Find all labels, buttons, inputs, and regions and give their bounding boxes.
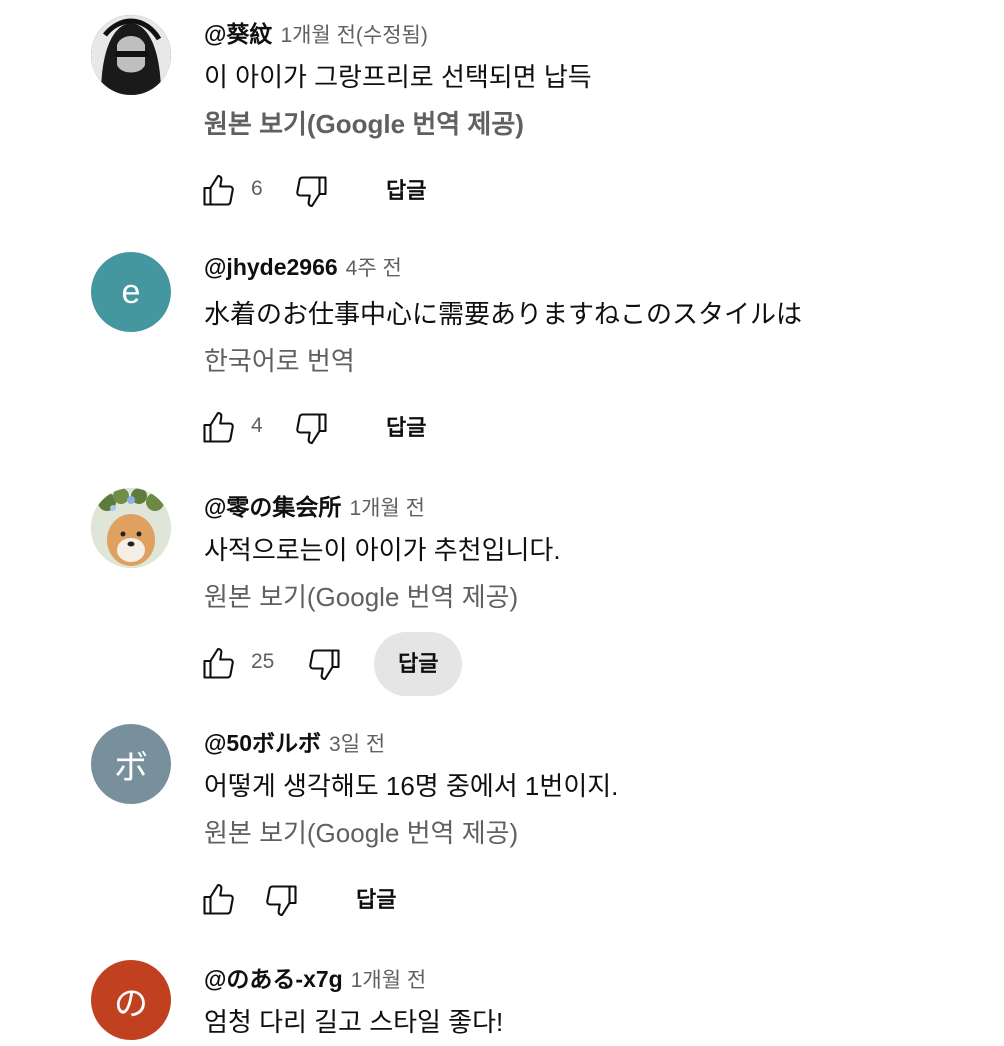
thumbs-down-icon[interactable] — [294, 173, 330, 209]
comment-author[interactable]: @のある-x7g — [204, 960, 343, 994]
comment-actions: 답글 — [203, 868, 984, 932]
translate-toggle[interactable]: 원본 보기(Google 번역 제공) — [204, 810, 518, 856]
avatar-letter: の — [114, 984, 148, 1023]
avatar-letter: e — [121, 272, 141, 311]
reply-button[interactable]: 답글 — [332, 868, 420, 932]
like-count: 6 — [251, 177, 263, 200]
avatar-letter: ボ — [114, 748, 148, 787]
reply-button[interactable]: 답글 — [362, 159, 450, 223]
comment-time[interactable]: 1개월 전 — [351, 964, 426, 994]
comment-author[interactable]: @jhyde2966 — [204, 254, 338, 281]
avatar[interactable] — [91, 15, 171, 95]
thumbs-up-icon[interactable] — [200, 173, 236, 209]
comment-author[interactable]: @零の集会所 — [204, 488, 341, 522]
thumbs-down-icon[interactable] — [264, 882, 300, 918]
thumbs-up-icon[interactable] — [200, 882, 236, 918]
thumbs-up-icon[interactable] — [200, 410, 236, 446]
avatar[interactable]: ボ — [91, 724, 171, 804]
comment-text: 이 아이가 그랑프리로 선택되면 납득 — [204, 62, 592, 92]
thumbs-down-icon[interactable] — [294, 410, 330, 446]
reply-button[interactable]: 답글 — [374, 632, 463, 696]
comment-author[interactable]: @葵紋 — [204, 15, 272, 49]
comment-time[interactable]: 1개월 전 — [349, 492, 424, 522]
avatar[interactable]: e — [91, 252, 171, 332]
comment-actions: 6 답글 — [203, 159, 984, 223]
comment-text: 水着のお仕事中心に需要ありますねこのスタイルは — [204, 299, 803, 329]
comment-time[interactable]: 3일 전 — [329, 728, 385, 758]
comment-time[interactable]: 1개월 전(수정됨) — [280, 19, 427, 49]
comment-author[interactable]: @50ボルボ — [204, 724, 321, 758]
like-count: 25 — [251, 650, 275, 673]
comment-actions: 25 답글 — [203, 632, 984, 696]
avatar[interactable] — [91, 488, 171, 568]
thumbs-up-icon[interactable] — [200, 646, 236, 682]
thumbs-down-icon[interactable] — [307, 646, 343, 682]
translate-toggle[interactable]: 원본 보기(Google 번역 제공) — [204, 101, 524, 147]
like-count: 4 — [251, 414, 263, 437]
comment-text: 어떻게 생각해도 16명 중에서 1번이지. — [204, 771, 619, 801]
translate-toggle[interactable]: 원본 보기(Google 번역 제공) — [204, 574, 518, 620]
reply-button[interactable]: 답글 — [362, 396, 450, 460]
translate-toggle[interactable]: 한국어로 번역 — [204, 338, 355, 384]
comment-text: 엄청 다리 길고 스타일 좋다! — [204, 1007, 504, 1037]
comment-actions: 4 답글 — [203, 396, 984, 460]
comment-text: 사적으로는이 아이가 추천입니다. — [204, 535, 561, 565]
avatar[interactable]: の — [91, 960, 171, 1040]
comment-time[interactable]: 4주 전 — [346, 252, 402, 282]
